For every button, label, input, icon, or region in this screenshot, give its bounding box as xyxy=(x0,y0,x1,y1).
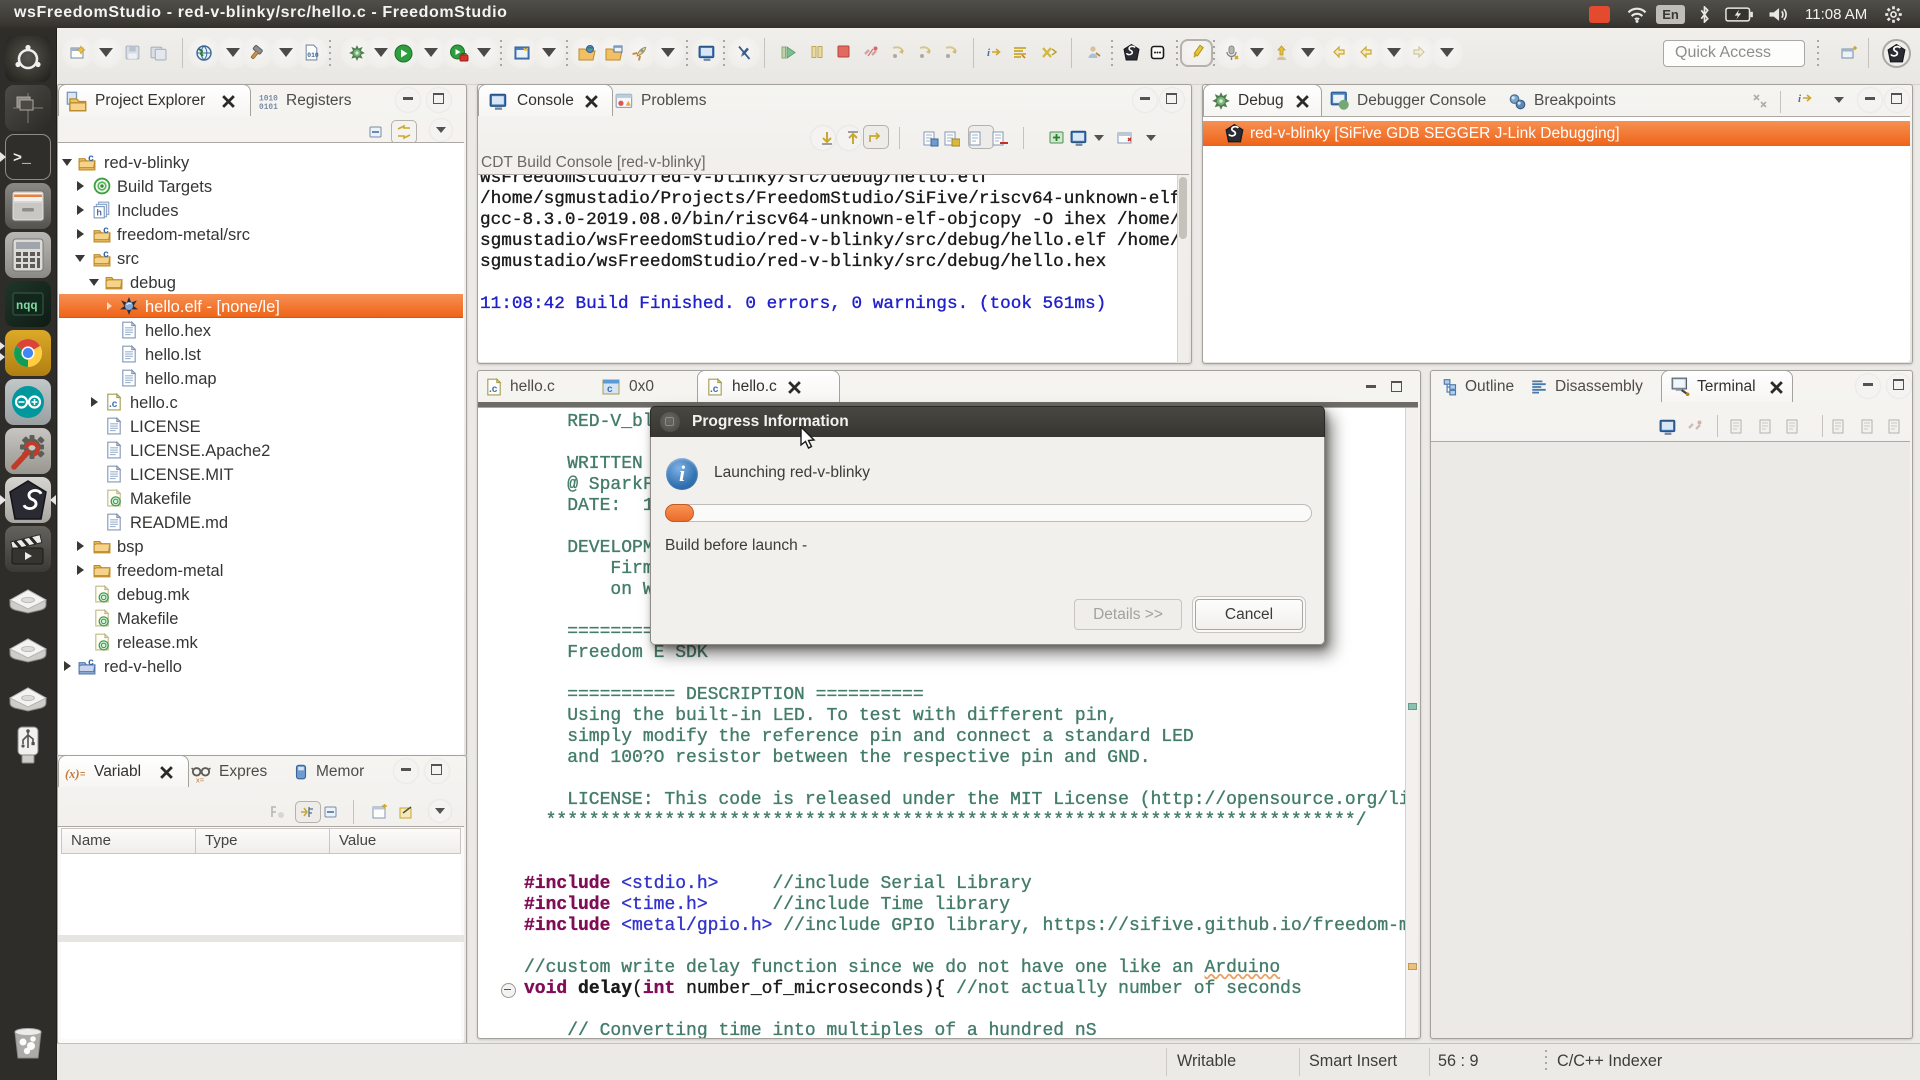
svg-text:>_: >_ xyxy=(13,150,32,167)
svg-text:010: 010 xyxy=(307,52,319,59)
svg-text:c: c xyxy=(607,384,613,395)
svg-text:i: i xyxy=(1798,93,1802,105)
svg-text:i: i xyxy=(987,47,991,59)
svg-text:nqq: nqq xyxy=(16,299,38,313)
